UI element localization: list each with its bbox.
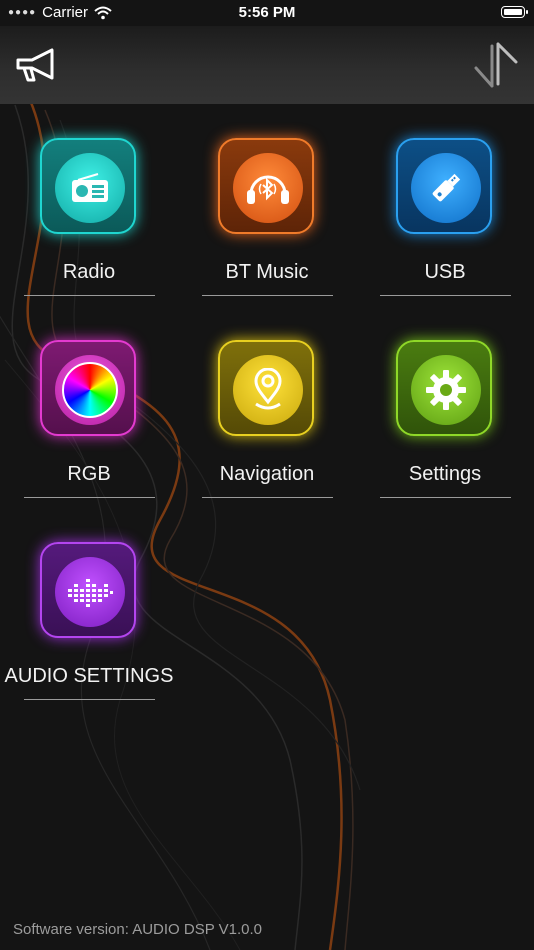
gear-icon <box>426 370 466 410</box>
tile-label-radio: Radio <box>62 261 116 283</box>
tile-label-settings: Settings <box>408 463 482 485</box>
switch-button[interactable] <box>472 40 520 90</box>
megaphone-icon <box>16 48 54 82</box>
divider <box>202 497 333 498</box>
equalizer-icon <box>68 579 113 607</box>
bt-music-tile-frame <box>218 138 314 234</box>
rgb-tile-frame <box>40 340 136 436</box>
map-pin-icon <box>254 368 282 410</box>
color-wheel-icon <box>62 362 118 418</box>
status-time: 5:56 PM <box>238 4 296 21</box>
bluetooth-headphones-icon <box>247 175 289 204</box>
tile-settings[interactable]: Settings <box>356 340 534 530</box>
tile-usb[interactable]: USB <box>356 138 534 328</box>
software-version: Software version: AUDIO DSP V1.0.0 <box>13 921 263 938</box>
divider <box>202 295 333 296</box>
tile-label-audio-settings: AUDIO SETTINGS <box>4 665 174 687</box>
usb-icon <box>432 173 461 202</box>
divider <box>24 497 155 498</box>
divider <box>380 295 511 296</box>
settings-tile-frame <box>396 340 492 436</box>
status-bar: ●●●● Carrier 5:56 PM <box>0 0 534 26</box>
audio-settings-tile-frame <box>40 542 136 638</box>
battery-icon <box>501 6 528 18</box>
navigation-tile-frame <box>218 340 314 436</box>
divider <box>380 497 511 498</box>
divider <box>24 699 155 700</box>
tile-bt-music[interactable]: BT Music <box>178 138 356 328</box>
radio-icon <box>72 173 108 202</box>
tile-radio[interactable]: Radio <box>0 138 178 328</box>
tile-label-navigation: Navigation <box>219 463 315 485</box>
tile-label-rgb: RGB <box>67 463 111 485</box>
tile-navigation[interactable]: Navigation <box>178 340 356 530</box>
tile-label-usb: USB <box>424 261 466 283</box>
usb-tile-frame <box>396 138 492 234</box>
tile-audio-settings[interactable]: AUDIO SETTINGS <box>0 542 178 732</box>
megaphone-button[interactable] <box>14 44 60 86</box>
divider <box>24 295 155 296</box>
radio-tile-frame <box>40 138 136 234</box>
switch-arrows-icon <box>474 42 518 88</box>
tile-rgb[interactable]: RGB <box>0 340 178 530</box>
top-bar <box>0 26 534 104</box>
tile-label-bt-music: BT Music <box>225 261 309 283</box>
